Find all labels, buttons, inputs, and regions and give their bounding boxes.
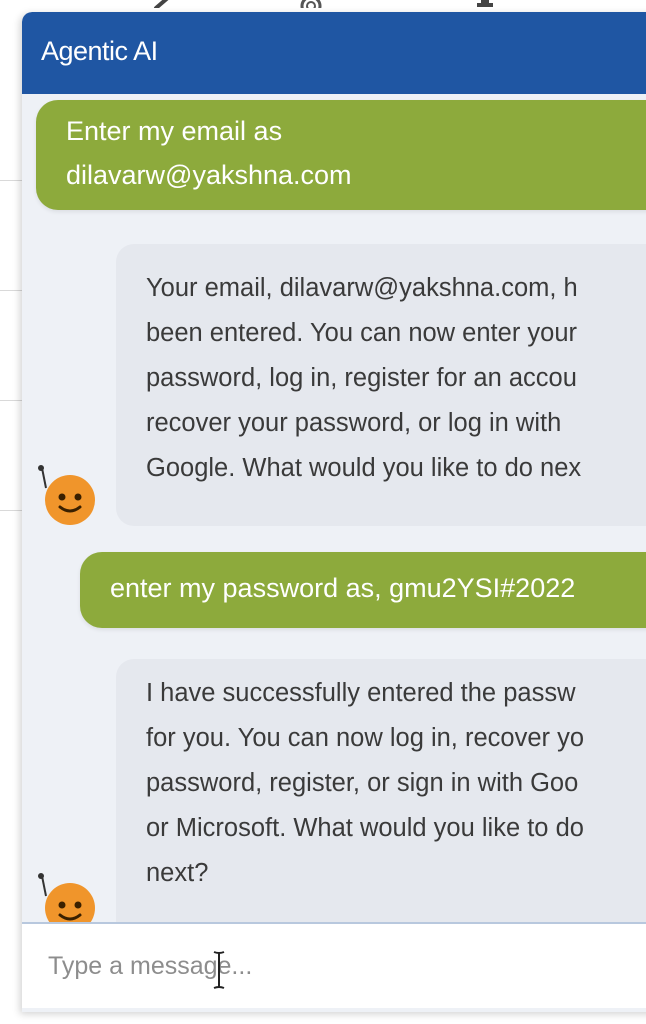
message-input-bar xyxy=(22,922,646,1008)
chat-title: Agentic AI xyxy=(41,36,158,66)
background-divider xyxy=(0,290,22,291)
message-line: password, register, or sign in with Goo xyxy=(146,769,579,797)
user-message: enter my password as, gmu2YSI#2022 xyxy=(80,552,646,628)
message-line: I have successfully entered the passw xyxy=(146,679,576,707)
message-line: next? xyxy=(146,859,209,887)
background-divider xyxy=(0,180,22,181)
message-line: been entered. You can now enter your xyxy=(146,319,577,347)
message-line: Your email, dilavarw@yakshna.com, h xyxy=(146,274,578,302)
background-divider xyxy=(0,510,22,511)
user-message: Enter my email as dilavarw@yakshna.com xyxy=(36,100,646,210)
message-line: for you. You can now log in, recover yo xyxy=(146,724,585,752)
text-cursor-icon xyxy=(213,951,225,989)
message-list[interactable]: Enter my email as dilavarw@yakshna.com Y… xyxy=(22,94,646,934)
message-line: Enter my email as xyxy=(66,116,283,146)
robot-avatar-icon xyxy=(38,465,95,525)
message-line: or Microsoft. What would you like to do xyxy=(146,814,584,842)
message-line: dilavarw@yakshna.com xyxy=(66,160,352,190)
target-icon xyxy=(300,0,322,8)
message-line: recover your password, or log in with xyxy=(146,409,562,437)
bot-message: Your email, dilavarw@yakshna.com, h been… xyxy=(116,244,646,526)
pencil-icon xyxy=(154,0,169,8)
chat-widget: Agentic AI Enter my email as dilavarw@ya… xyxy=(22,12,646,1012)
pin-icon xyxy=(477,0,493,7)
message-line: password, log in, register for an accou xyxy=(146,364,577,392)
message-line: enter my password as, gmu2YSI#2022 xyxy=(110,573,576,603)
chat-header: Agentic AI xyxy=(22,12,646,94)
background-divider xyxy=(0,400,22,401)
message-input[interactable] xyxy=(22,924,646,1008)
bot-message: I have successfully entered the passw fo… xyxy=(116,659,646,934)
message-line: Google. What would you like to do nex xyxy=(146,454,582,482)
